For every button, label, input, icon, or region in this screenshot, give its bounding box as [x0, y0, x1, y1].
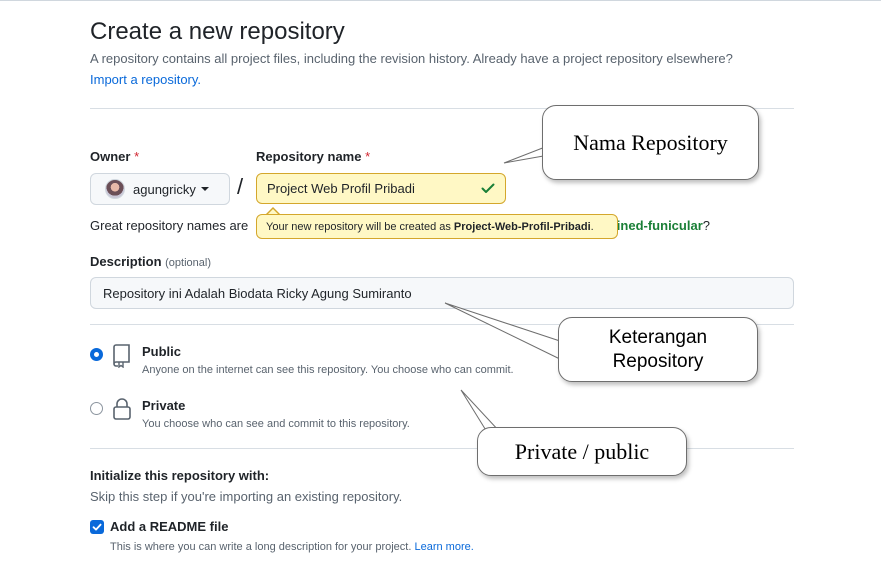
callout-description: Keterangan Repository	[558, 317, 758, 382]
callout-visibility: Private / public	[477, 427, 687, 476]
annotation-pointers	[444, 141, 573, 433]
callout-repository-name: Nama Repository	[542, 105, 759, 180]
callout-pointer-visibility	[460, 389, 502, 433]
callout-pointer-description	[444, 302, 573, 363]
